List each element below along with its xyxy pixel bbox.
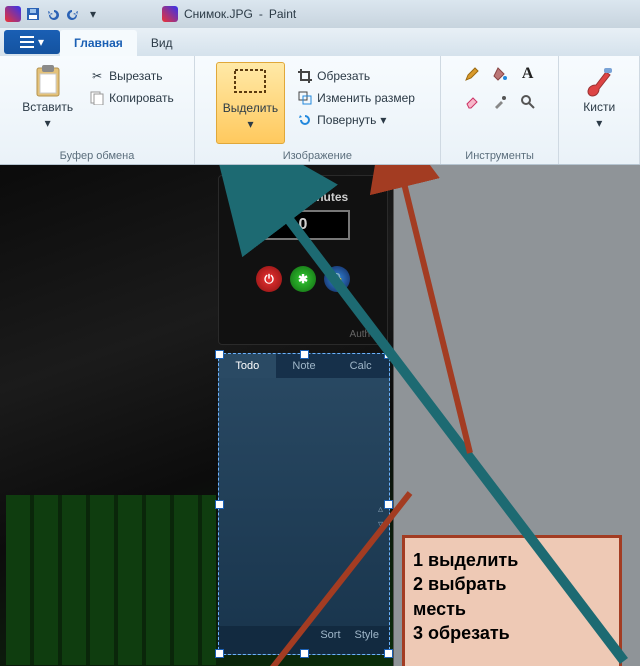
- redo-icon[interactable]: [64, 5, 82, 23]
- selection-handle[interactable]: [215, 649, 224, 658]
- paste-button[interactable]: Вставить ▾: [16, 62, 79, 144]
- brush-icon: [582, 64, 616, 98]
- resize-button[interactable]: Изменить размер: [293, 88, 419, 108]
- chevron-up-icon[interactable]: ▵: [378, 504, 383, 515]
- chevron-down-icon: ▾: [45, 116, 51, 130]
- timer-value: 0: [256, 210, 350, 240]
- selection-handle[interactable]: [300, 350, 309, 359]
- paste-label: Вставить: [22, 100, 73, 114]
- instr-line-1: 1 выделить: [413, 548, 611, 572]
- canvas-area: Time in Minutes 0 ⏻ ✱ 🔒 Author Todo Note…: [0, 165, 640, 666]
- selection-handle[interactable]: [215, 500, 224, 509]
- save-icon[interactable]: [24, 5, 42, 23]
- chevron-down-icon: ▾: [247, 117, 253, 131]
- selection-handle[interactable]: [384, 649, 393, 658]
- text-tool[interactable]: A: [516, 62, 540, 86]
- title-bar: ▾ Снимок.JPG - Paint: [0, 0, 640, 28]
- selection-marquee[interactable]: Todo Note Calc ▵ ▿ Sort Style: [218, 353, 390, 655]
- magnifier-tool[interactable]: [516, 90, 540, 114]
- group-tools: A Инструменты: [441, 56, 560, 164]
- tab-home[interactable]: Главная: [60, 30, 137, 56]
- eraser-tool[interactable]: [460, 90, 484, 114]
- copy-label: Копировать: [109, 91, 174, 105]
- instr-line-2: 2 выбрать: [413, 572, 611, 596]
- quick-access-toolbar: ▾: [4, 5, 102, 23]
- undo-icon[interactable]: [44, 5, 62, 23]
- chevron-down-icon: ▾: [596, 116, 602, 130]
- selection-handle[interactable]: [384, 350, 393, 359]
- pencil-tool[interactable]: [460, 62, 484, 86]
- gadget-style[interactable]: Style: [355, 629, 379, 651]
- scissors-icon: ✂: [89, 68, 105, 84]
- tab-view[interactable]: Вид: [137, 30, 187, 56]
- instr-line-3: месть: [413, 597, 611, 621]
- crop-label: Обрезать: [317, 69, 370, 83]
- group-clipboard-label: Буфер обмена: [0, 150, 194, 162]
- group-tools-label: Инструменты: [441, 150, 559, 162]
- title-sep: -: [259, 7, 263, 21]
- lock-icon[interactable]: 🔒: [324, 266, 350, 292]
- instruction-box: 1 выделить 2 выбрать месть 3 обрезать: [402, 535, 622, 666]
- copy-icon: [89, 90, 105, 106]
- select-button[interactable]: Выделить ▾: [216, 62, 285, 144]
- chevron-down-icon[interactable]: ▿: [378, 519, 383, 530]
- group-clipboard: Вставить ▾ ✂ Вырезать Копировать Буфер о…: [0, 56, 195, 164]
- gadget-tab-todo[interactable]: Todo: [219, 354, 276, 378]
- resize-icon: [297, 90, 313, 106]
- gadget-tab-calc[interactable]: Calc: [332, 354, 389, 378]
- select-rect-icon: [233, 65, 267, 99]
- timer-title: Time in Minutes: [258, 190, 348, 204]
- canvas[interactable]: Time in Minutes 0 ⏻ ✱ 🔒 Author Todo Note…: [0, 165, 394, 666]
- group-image: Выделить ▾ Обрезать Изменить размер: [195, 56, 441, 164]
- gadget-sort[interactable]: Sort: [320, 629, 340, 651]
- rotate-label: Повернуть: [317, 113, 376, 127]
- instr-line-4: 3 обрезать: [413, 621, 611, 645]
- doc-icon: [162, 6, 178, 22]
- text-a-icon: A: [522, 65, 534, 83]
- file-menu-button[interactable]: ▾: [4, 30, 60, 54]
- cut-label: Вырезать: [109, 69, 162, 83]
- select-label: Выделить: [223, 101, 278, 115]
- brushes-label: Кисти: [583, 100, 615, 114]
- chevron-down-icon: ▾: [38, 35, 44, 49]
- cut-button[interactable]: ✂ Вырезать: [85, 66, 178, 86]
- chevron-down-icon: ▾: [380, 113, 386, 127]
- timer-author: Author: [350, 329, 379, 340]
- group-image-label: Изображение: [195, 150, 440, 162]
- qat-dropdown-icon[interactable]: ▾: [84, 5, 102, 23]
- rotate-icon: [297, 112, 313, 128]
- ribbon: Вставить ▾ ✂ Вырезать Копировать Буфер о…: [0, 56, 640, 165]
- resize-label: Изменить размер: [317, 91, 415, 105]
- timer-gadget: Time in Minutes 0 ⏻ ✱ 🔒 Author: [218, 175, 388, 345]
- paint-app-icon[interactable]: [4, 5, 22, 23]
- ribbon-tabs: ▾ Главная Вид: [0, 28, 640, 56]
- star-icon[interactable]: ✱: [290, 266, 316, 292]
- fill-tool[interactable]: [488, 62, 512, 86]
- arrow-to-crop: [402, 175, 470, 453]
- file-menu-icon: [20, 36, 34, 48]
- selection-handle[interactable]: [300, 649, 309, 658]
- power-icon[interactable]: ⏻: [256, 266, 282, 292]
- crop-button[interactable]: Обрезать: [293, 66, 419, 86]
- selection-handle[interactable]: [384, 500, 393, 509]
- rotate-button[interactable]: Повернуть ▾: [293, 110, 419, 130]
- scroll-arrows: ▵ ▿: [378, 504, 383, 530]
- clipboard-icon: [31, 64, 65, 98]
- crop-icon: [297, 68, 313, 84]
- app-name: Paint: [269, 7, 296, 21]
- window-title: Снимок.JPG - Paint: [162, 6, 296, 22]
- doc-name: Снимок.JPG: [184, 7, 253, 21]
- selection-handle[interactable]: [215, 350, 224, 359]
- copy-button[interactable]: Копировать: [85, 88, 178, 108]
- group-brushes: Кисти ▾: [559, 56, 640, 164]
- eyedropper-tool[interactable]: [488, 90, 512, 114]
- brushes-button[interactable]: Кисти ▾: [576, 62, 622, 132]
